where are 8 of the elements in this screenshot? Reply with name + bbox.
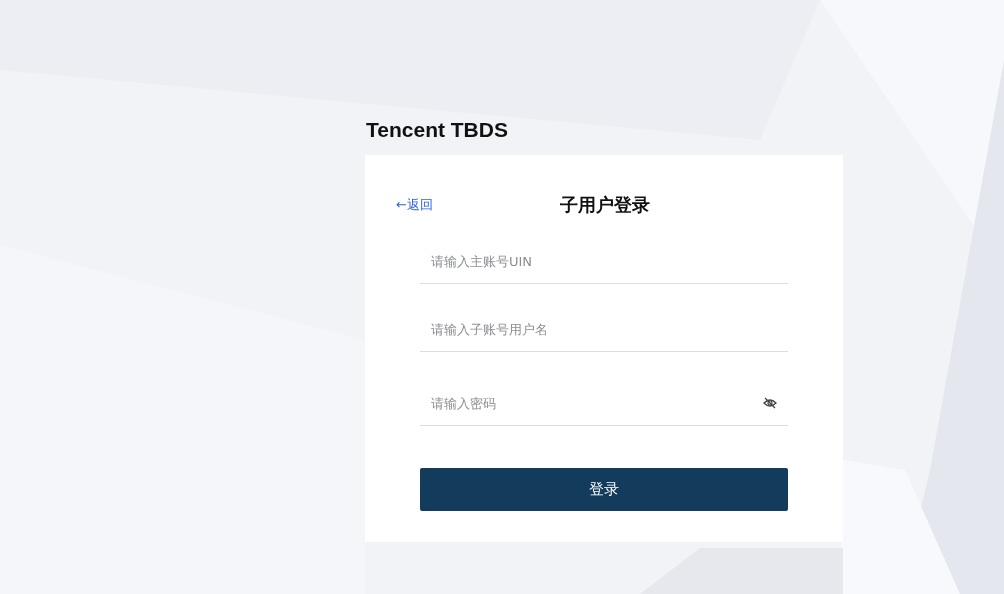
login-heading: 子用户登录	[559, 193, 650, 217]
login-button[interactable]: 登录	[420, 468, 788, 511]
input-field[interactable]: 请输入子账号用户名	[431, 321, 777, 337]
password-field[interactable]: 请输入密码	[431, 395, 763, 411]
input-field[interactable]: 请输入主账号UIN	[431, 253, 777, 269]
hidden-eye-icon[interactable]	[763, 397, 777, 409]
brand-title: Tencent TBDS	[366, 117, 508, 143]
back-link[interactable]: ←返回	[396, 196, 433, 214]
